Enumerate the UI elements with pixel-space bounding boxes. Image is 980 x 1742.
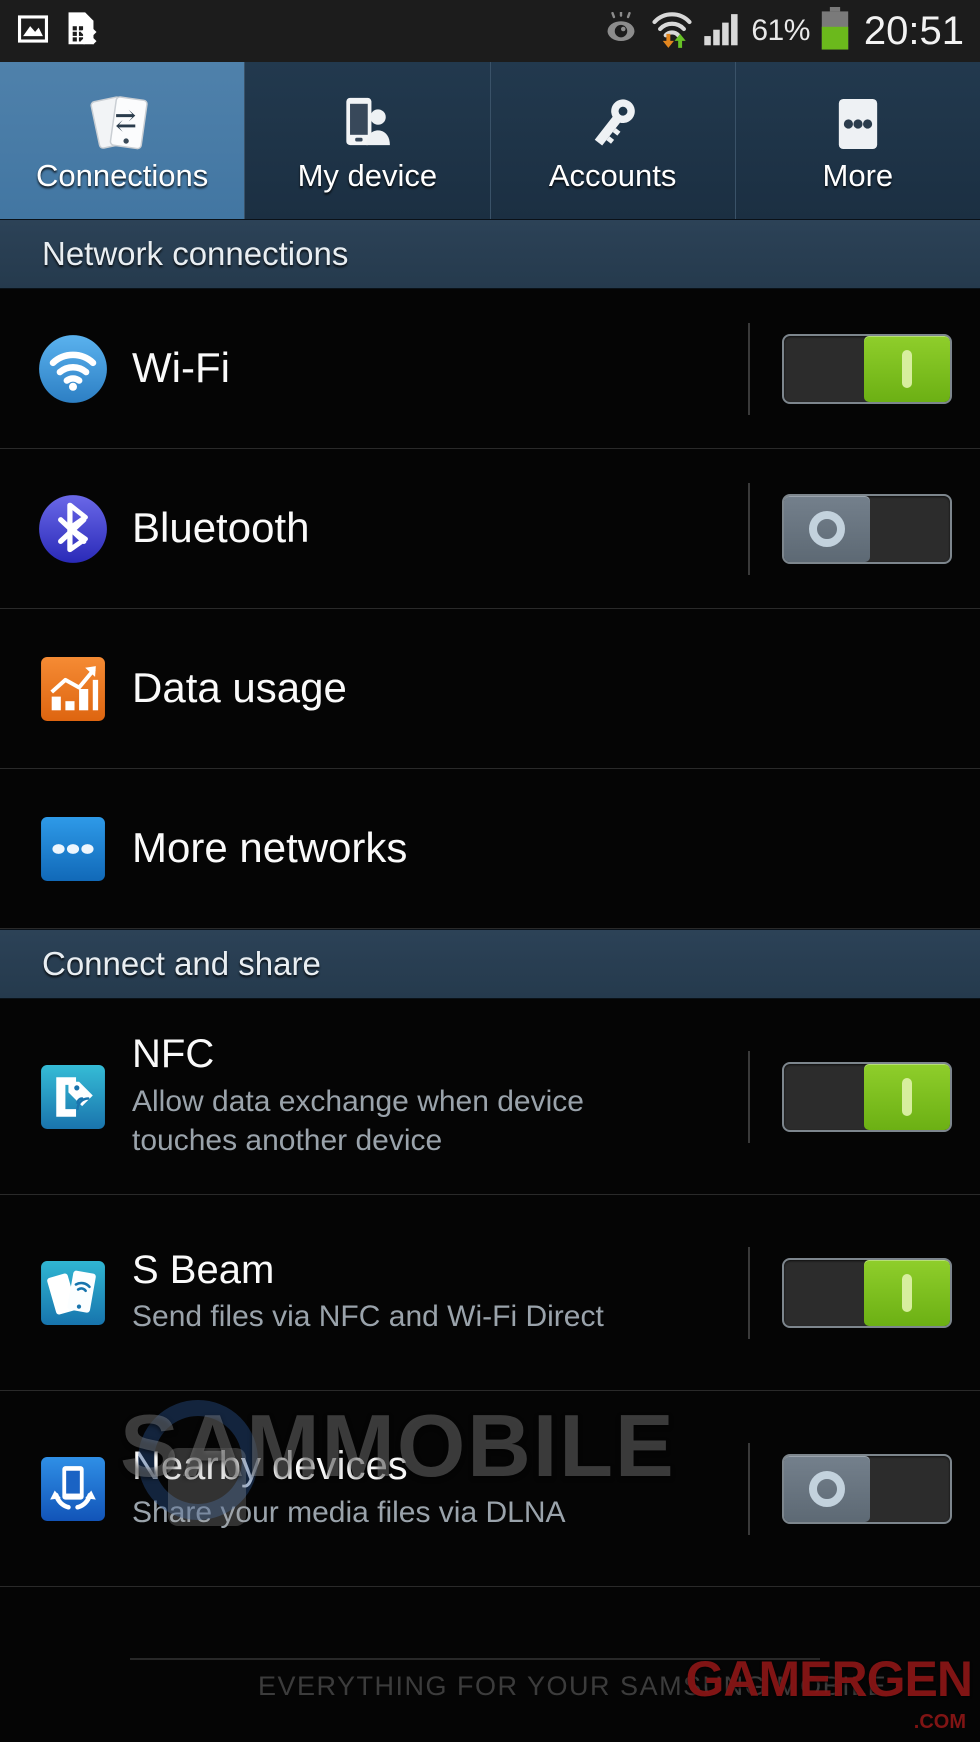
toggle-knob <box>864 1063 950 1130</box>
status-bar-right-icons: 61% 20:51 <box>601 6 964 56</box>
more-networks-dots-icon <box>34 810 112 888</box>
bluetooth-icon <box>34 490 112 568</box>
tab-my-device-label: My device <box>297 157 438 193</box>
more-dots-icon <box>830 88 886 154</box>
toggle-off-ring-icon <box>809 1470 845 1507</box>
connections-icon <box>89 88 155 154</box>
list-item-text: Bluetooth <box>112 506 748 551</box>
list-item-title: Bluetooth <box>132 504 310 552</box>
list-item-subtitle: Send files via NFC and Wi-Fi Direct <box>132 1300 604 1334</box>
tab-connections-label: Connections <box>35 157 209 193</box>
accounts-key-icon <box>582 88 644 154</box>
nearby-devices-icon <box>34 1450 112 1528</box>
divider <box>748 322 750 415</box>
nearby-devices-toggle[interactable] <box>782 1453 952 1524</box>
list-item-title: Data usage <box>132 664 347 712</box>
section-header-network-connections: Network connections <box>0 219 980 289</box>
list-item-bluetooth[interactable]: Bluetooth <box>0 449 980 609</box>
image-icon <box>16 12 50 51</box>
wifi-icon <box>34 330 112 408</box>
list-item-title: Wi-Fi <box>132 344 230 392</box>
nfc-tag-icon <box>34 1058 112 1136</box>
list-item-data-usage[interactable]: Data usage <box>0 609 980 769</box>
list-item-subtitle: Allow data exchange when device touches … <box>132 1084 584 1157</box>
divider <box>748 482 750 575</box>
list-item-wifi[interactable]: Wi-Fi <box>0 289 980 449</box>
list-item-text: Data usage <box>112 666 748 711</box>
status-bar: 61% 20:51 <box>0 0 980 62</box>
watermark-plate-graphic <box>168 1448 246 1526</box>
nfc-toggle-zone <box>748 1050 980 1143</box>
watermark-gamergen-suffix: .COM <box>913 1711 966 1733</box>
bluetooth-toggle[interactable] <box>782 493 952 564</box>
wifi-toggle[interactable] <box>782 333 952 404</box>
s-beam-icon <box>34 1254 112 1332</box>
cellular-signal-icon <box>703 12 741 51</box>
s-beam-toggle-zone <box>748 1246 980 1339</box>
watermark-rule <box>130 1658 820 1660</box>
list-item-nfc[interactable]: NFC Allow data exchange when device touc… <box>0 999 980 1195</box>
divider <box>748 1246 750 1339</box>
toggle-knob <box>784 1455 870 1522</box>
tab-accounts-label: Accounts <box>548 157 677 193</box>
divider <box>748 1050 750 1143</box>
list-item-title: More networks <box>132 824 408 872</box>
data-usage-chart-icon <box>34 650 112 728</box>
toggle-on-bar-icon <box>902 349 912 388</box>
list-item-text: More networks <box>112 826 748 871</box>
smart-stay-eye-icon <box>601 10 641 51</box>
tab-more-label: More <box>822 157 894 193</box>
wifi-data-transfer-icon <box>651 10 693 53</box>
list-item-text: Wi-Fi <box>112 346 748 391</box>
bluetooth-toggle-zone <box>748 482 980 575</box>
toggle-off-ring-icon <box>809 510 845 547</box>
tab-accounts[interactable]: Accounts <box>490 62 736 219</box>
tab-my-device[interactable]: My device <box>245 62 491 219</box>
list-item-title: S Beam <box>132 1247 275 1292</box>
toggle-knob <box>864 335 950 402</box>
tab-more[interactable]: More <box>735 62 980 219</box>
tab-connections[interactable]: Connections <box>0 62 246 219</box>
my-device-icon <box>336 88 398 154</box>
tab-bar: Connections My device Accounts More <box>0 62 980 219</box>
toggle-on-bar-icon <box>902 1077 912 1116</box>
battery-icon <box>820 6 850 56</box>
nfc-toggle[interactable] <box>782 1061 952 1132</box>
list-item-text: S Beam Send files via NFC and Wi-Fi Dire… <box>112 1247 748 1336</box>
wifi-toggle-zone <box>748 322 980 415</box>
list-item-text: NFC Allow data exchange when device touc… <box>112 1033 748 1159</box>
list-item-more-networks[interactable]: More networks <box>0 769 980 929</box>
section-header-label: Connect and share <box>42 945 321 982</box>
nearby-devices-toggle-zone <box>748 1442 980 1535</box>
sim-card-removed-icon <box>64 11 98 52</box>
list-item-title: NFC <box>132 1032 215 1077</box>
toggle-on-bar-icon <box>902 1273 912 1312</box>
settings-screen: 61% 20:51 Connections My device Accounts… <box>0 0 980 1742</box>
s-beam-toggle[interactable] <box>782 1257 952 1328</box>
watermark-tagline: EVERYTHING FOR YOUR SAMSUNG MOBILE <box>258 1671 888 1701</box>
battery-percent-label: 61% <box>751 14 810 47</box>
divider <box>748 1442 750 1535</box>
clock-label: 20:51 <box>863 8 964 53</box>
list-item-s-beam[interactable]: S Beam Send files via NFC and Wi-Fi Dire… <box>0 1195 980 1391</box>
toggle-knob <box>864 1259 950 1326</box>
status-bar-left-icons <box>16 11 98 52</box>
section-header-label: Network connections <box>42 235 349 272</box>
section-header-connect-and-share: Connect and share <box>0 929 980 999</box>
toggle-knob <box>784 495 870 562</box>
